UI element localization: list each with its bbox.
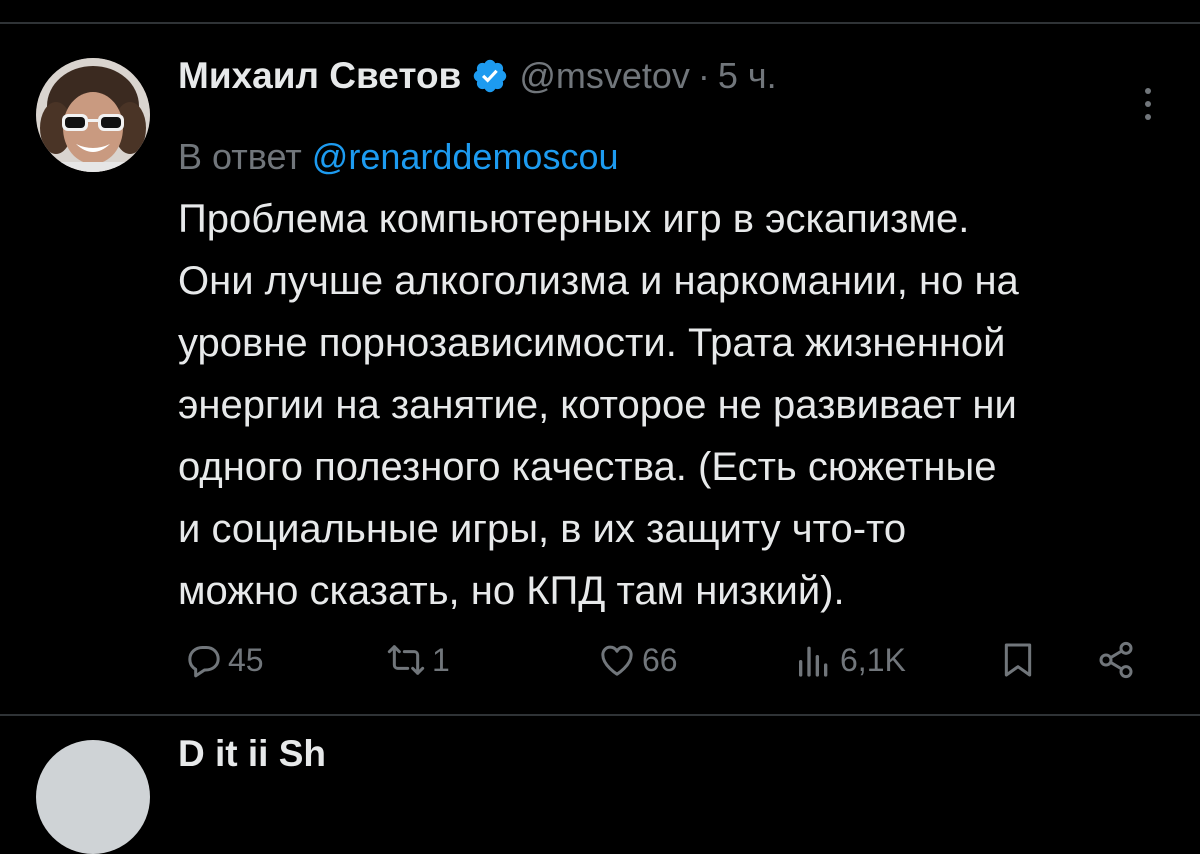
next-tweet-author-name[interactable]: D it ii Sh [178, 733, 326, 775]
tweet-text-line: уровне порнозависимости. Трата жизненной [178, 321, 1006, 365]
retweet-button[interactable]: 1 [384, 640, 450, 680]
author-handle[interactable]: @msvetov [519, 55, 690, 97]
more-icon[interactable] [1138, 86, 1158, 122]
reply-prefix: В ответ [178, 136, 302, 177]
next-tweet-avatar[interactable] [36, 740, 150, 854]
tweet-divider [0, 714, 1200, 716]
share-icon [1096, 640, 1136, 680]
like-button[interactable]: 66 [596, 640, 678, 680]
tweet-text-line: можно сказать, но КПД там низкий). [178, 569, 845, 613]
like-icon [596, 640, 638, 680]
tweet[interactable]: Михаил Светов @msvetov · 5 ч. В ответ @r… [0, 24, 1200, 714]
reply-count: 45 [228, 641, 264, 678]
reply-mention-link[interactable]: @renarddemoscou [312, 136, 619, 177]
retweet-count: 1 [432, 641, 450, 678]
author-name[interactable]: Михаил Светов [178, 55, 461, 97]
avatar[interactable] [36, 58, 150, 172]
bookmark-icon [998, 640, 1038, 680]
separator-dot: · [697, 55, 710, 96]
views-icon [792, 640, 836, 680]
action-bar: 45 1 66 6,1K [0, 632, 1200, 688]
tweet-text-line: энергии на занятие, которое не развивает… [178, 383, 1017, 427]
tweet-text-line: и социальные игры, в их защиту что-то [178, 507, 907, 551]
like-count: 66 [642, 641, 678, 678]
tweet-header: Михаил Светов @msvetov · 5 ч. [178, 51, 777, 101]
tweet-text-line: одного полезного качества. (Есть сюжетны… [178, 445, 997, 489]
views-button[interactable]: 6,1K [792, 640, 906, 680]
timestamp[interactable]: 5 ч. [718, 55, 777, 97]
reply-context: В ответ @renarddemoscou [178, 136, 619, 178]
reply-button[interactable]: 45 [184, 640, 264, 680]
tweet-text-line: Проблема компьютерных игр в эскапизме. [178, 197, 970, 241]
views-count: 6,1K [840, 641, 906, 678]
verified-badge-icon [471, 57, 509, 95]
share-button[interactable] [1096, 640, 1136, 680]
retweet-icon [384, 640, 428, 680]
tweet-text: Проблема компьютерных игр в эскапизме. О… [178, 188, 1168, 622]
bookmark-button[interactable] [998, 640, 1038, 680]
reply-icon [184, 640, 224, 680]
tweet-text-line: Они лучше алкоголизма и наркомании, но н… [178, 259, 1019, 303]
avatar-photo [36, 58, 150, 172]
